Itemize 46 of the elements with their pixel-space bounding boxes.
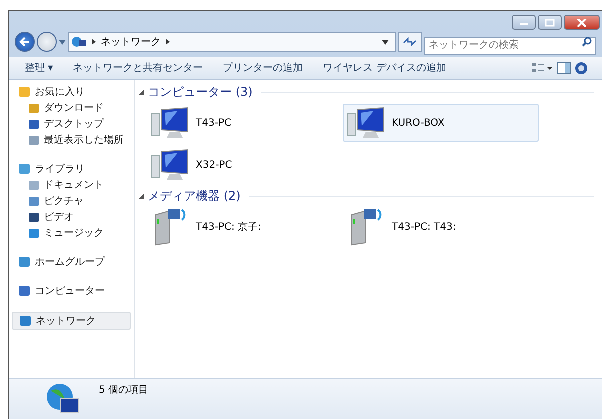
search-icon[interactable]	[582, 37, 592, 47]
toolbar-button[interactable]: プリンターの追加	[215, 59, 312, 77]
help-icon[interactable]	[575, 62, 588, 74]
sidebar-item[interactable]: 最近表示した場所	[12, 132, 131, 148]
arrow-left-icon	[19, 36, 31, 48]
chevron-icon[interactable]	[166, 39, 170, 45]
refresh-button[interactable]	[398, 32, 422, 52]
sidebar-item[interactable]: ドキュメント	[12, 177, 131, 193]
toolbar-button[interactable]: 整理 ▾	[17, 59, 62, 77]
collapse-icon[interactable]	[139, 194, 144, 198]
minimize-button[interactable]	[512, 15, 536, 30]
status-text: 5 個の項目	[99, 384, 149, 397]
toolbar-button[interactable]: ワイヤレス デバイスの追加	[315, 59, 454, 77]
preview-pane-icon[interactable]	[557, 62, 571, 74]
toolbar-button[interactable]: ネットワークと共有センター	[65, 59, 212, 77]
sidebar-item[interactable]: ダウンロード	[12, 100, 131, 116]
address-bar[interactable]: ネットワーク	[68, 32, 396, 52]
sidebar-item[interactable]: デスクトップ	[12, 116, 131, 132]
network-item[interactable]: X32-PC	[147, 146, 343, 184]
network-item[interactable]: KURO-BOX	[343, 104, 539, 142]
breadcrumb[interactable]: ネットワーク	[101, 35, 161, 49]
network-item[interactable]: T43-PC: 京子:	[147, 208, 343, 246]
sidebar-item[interactable]: ネットワーク	[12, 312, 131, 330]
network-item[interactable]: T43-PC: T43:	[343, 208, 539, 246]
collapse-icon[interactable]	[139, 90, 144, 94]
back-button[interactable]	[15, 32, 35, 52]
maximize-icon	[545, 18, 555, 26]
network-item[interactable]: T43-PC	[147, 104, 343, 142]
sidebar-item[interactable]: ミュージック	[12, 225, 131, 241]
dropdown-icon[interactable]	[382, 40, 389, 44]
sidebar-item[interactable]: コンピューター	[12, 283, 131, 299]
close-icon	[577, 18, 587, 26]
view-options-icon[interactable]	[531, 62, 553, 74]
sidebar-item[interactable]: ピクチャ	[12, 193, 131, 209]
group-header[interactable]: メディア機器 (2)	[148, 188, 241, 204]
sidebar-item[interactable]: ビデオ	[12, 209, 131, 225]
sidebar-item[interactable]: ライブラリ	[12, 161, 131, 177]
group-header[interactable]: コンピューター (3)	[148, 84, 253, 100]
sidebar-item[interactable]: ホームグループ	[12, 254, 131, 270]
sidebar-item[interactable]: お気に入り	[12, 84, 131, 100]
search-field[interactable]: ネットワークの検索	[424, 36, 596, 54]
maximize-button[interactable]	[538, 15, 562, 30]
close-button[interactable]	[564, 15, 600, 30]
forward-button[interactable]	[37, 32, 57, 52]
chevron-icon[interactable]	[92, 39, 96, 45]
refresh-icon	[403, 37, 417, 47]
